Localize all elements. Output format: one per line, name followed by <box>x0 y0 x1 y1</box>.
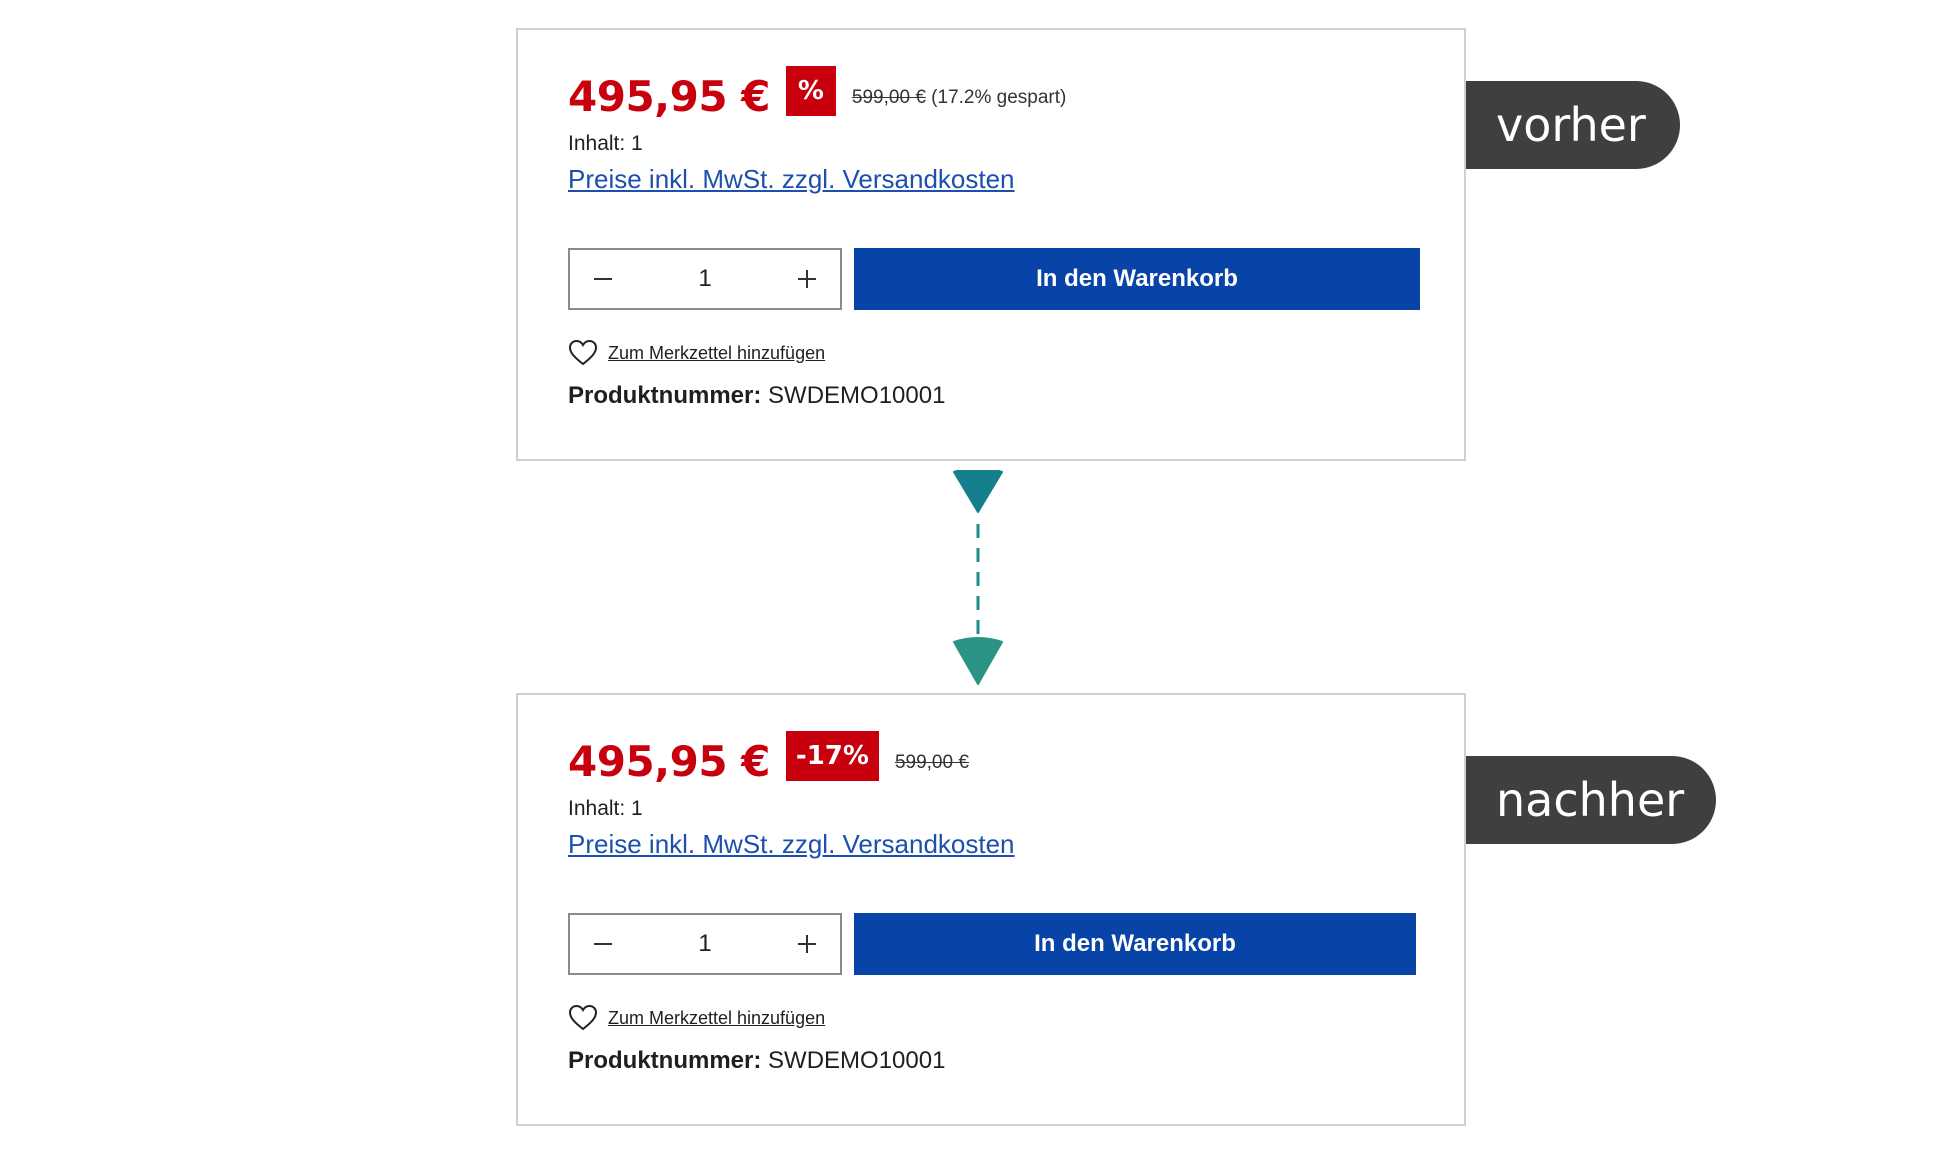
wishlist-label: Zum Merkzettel hinzufügen <box>608 342 826 363</box>
list-price: 599,00 € <box>894 752 969 773</box>
list-price: 599,00 € <box>851 87 926 108</box>
tax-shipping-link[interactable]: Preise inkl. MwSt. zzgl. Versandkosten <box>568 829 1015 860</box>
product-number: Produktnummer: SWDEMO10001 <box>568 1047 945 1075</box>
product-buy-box-after: 495,95 € -17% 599,00 € Inhalt: 1 Preise … <box>516 693 1466 1126</box>
savings-text: (17.2% gespart) <box>931 87 1067 108</box>
content-quantity: Inhalt: 1 <box>568 797 643 820</box>
add-to-cart-button[interactable]: In den Warenkorb <box>854 913 1416 975</box>
heart-icon <box>568 339 598 367</box>
product-number-value: SWDEMO10001 <box>768 1047 946 1074</box>
content-quantity: Inhalt: 1 <box>568 132 643 155</box>
decrease-quantity-button[interactable] <box>570 250 636 308</box>
product-number-label: Produktnummer: <box>568 1047 762 1074</box>
tax-shipping-link[interactable]: Preise inkl. MwSt. zzgl. Versandkosten <box>568 164 1015 195</box>
price-row: 495,95 € % 599,00 € (17.2% gespart) <box>568 64 1066 128</box>
quantity-stepper: 1 <box>568 248 842 310</box>
wishlist-label: Zum Merkzettel hinzufügen <box>608 1007 826 1028</box>
heart-icon <box>568 1004 598 1032</box>
product-number-value: SWDEMO10001 <box>768 382 946 409</box>
add-to-wishlist[interactable]: Zum Merkzettel hinzufügen <box>568 339 825 367</box>
list-price-info: 599,00 € (17.2% gespart) <box>852 87 1066 109</box>
tag-after: nachher <box>1466 756 1716 844</box>
product-number: Produktnummer: SWDEMO10001 <box>568 382 945 410</box>
plus-icon <box>798 935 816 953</box>
tag-before: vorher <box>1466 81 1680 169</box>
minus-icon <box>594 278 612 280</box>
add-to-cart-button[interactable]: In den Warenkorb <box>854 248 1420 310</box>
discount-badge: % <box>785 66 836 116</box>
minus-icon <box>594 943 612 945</box>
discount-badge: -17% <box>785 731 879 781</box>
quantity-stepper: 1 <box>568 913 842 975</box>
decrease-quantity-button[interactable] <box>570 915 636 973</box>
product-buy-box-before: 495,95 € % 599,00 € (17.2% gespart) Inha… <box>516 28 1466 461</box>
list-price-info: 599,00 € <box>895 752 969 774</box>
price-row: 495,95 € -17% 599,00 € <box>568 729 969 793</box>
product-number-label: Produktnummer: <box>568 382 762 409</box>
plus-icon <box>798 270 816 288</box>
increase-quantity-button[interactable] <box>774 915 840 973</box>
increase-quantity-button[interactable] <box>774 250 840 308</box>
quantity-input[interactable]: 1 <box>636 265 774 293</box>
quantity-input[interactable]: 1 <box>636 930 774 958</box>
add-to-wishlist[interactable]: Zum Merkzettel hinzufügen <box>568 1004 825 1032</box>
current-price: 495,95 € <box>568 71 770 121</box>
current-price: 495,95 € <box>568 736 770 786</box>
dashed-arrow-connector <box>953 470 1003 685</box>
